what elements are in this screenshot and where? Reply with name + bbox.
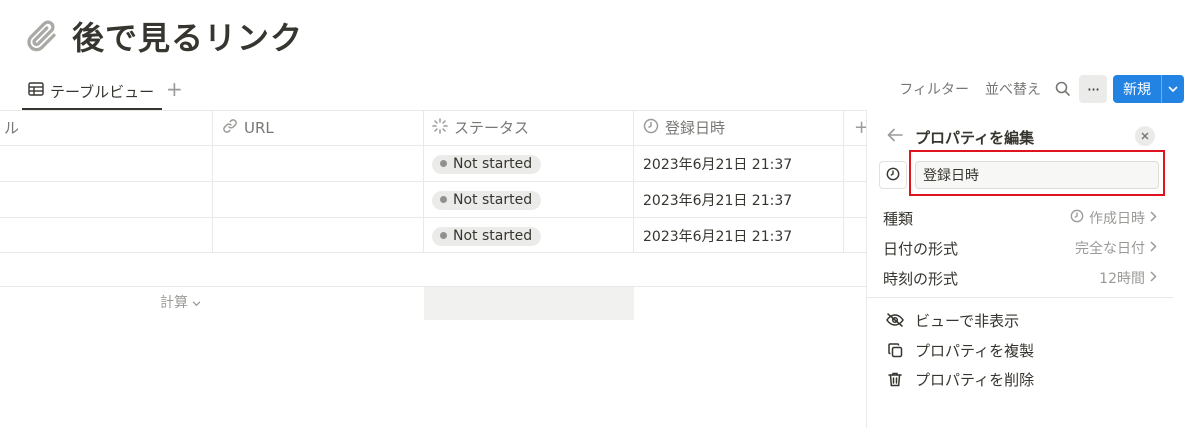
tab-label: テーブルビュー [50, 82, 155, 101]
prop-value: 12時間 [1099, 268, 1157, 288]
edit-property-panel: プロパティを編集 種類 作成日時 日付の形式 完全な日付 [866, 110, 1200, 428]
status-dot [440, 232, 447, 239]
panel-header: プロパティを編集 [887, 126, 1034, 148]
header-bottom-border [0, 145, 866, 146]
status-badge[interactable]: Not started [432, 190, 542, 210]
date-cell[interactable]: 2023年6月21日 21:37 [643, 223, 792, 249]
status-icon [432, 117, 448, 138]
prop-value-text: 12時間 [1099, 271, 1145, 287]
table-row[interactable]: Not started [432, 151, 542, 177]
clock-icon [1070, 209, 1084, 227]
filter-button[interactable]: フィルター [891, 79, 977, 99]
column-divider [633, 110, 634, 252]
calculate-button[interactable]: 計算 [160, 292, 201, 312]
page-title[interactable]: 後で見るリンク [72, 13, 303, 59]
row-border [0, 217, 866, 218]
status-dot [440, 196, 447, 203]
calc-cell-hover[interactable] [424, 287, 634, 320]
column-label: ル [4, 119, 20, 137]
panel-divider [867, 297, 1173, 298]
sort-button[interactable]: 並べ替え [977, 79, 1049, 99]
prop-value: 作成日時 [1070, 208, 1157, 228]
prop-row-date-format[interactable]: 日付の形式 完全な日付 [883, 234, 1157, 262]
status-badge[interactable]: Not started [432, 154, 542, 174]
column-divider [423, 110, 424, 252]
action-label: ビューで非表示 [915, 311, 1020, 330]
highlight-box [909, 150, 1165, 196]
status-text: Not started [453, 155, 533, 172]
paperclip-icon[interactable] [22, 16, 62, 56]
column-label: 登録日時 [665, 119, 726, 137]
delete-property-button[interactable]: プロパティを削除 [885, 365, 1034, 393]
tab-table-view[interactable]: テーブルビュー [22, 74, 163, 110]
column-header-name[interactable]: ル [4, 110, 19, 145]
prop-label: 時刻の形式 [883, 269, 959, 288]
trash-icon [885, 369, 905, 389]
prop-value-text: 完全な日付 [1075, 241, 1145, 257]
hide-in-view-button[interactable]: ビューで非表示 [885, 306, 1019, 334]
date-cell[interactable]: 2023年6月21日 21:37 [643, 187, 792, 213]
status-badge[interactable]: Not started [432, 226, 542, 246]
clock-icon [643, 118, 659, 138]
column-divider [212, 110, 213, 252]
new-button[interactable]: 新規 [1113, 75, 1184, 103]
column-label: ステータス [454, 119, 530, 137]
status-dot [440, 160, 447, 167]
date-cell[interactable]: 2023年6月21日 21:37 [643, 151, 792, 177]
close-icon[interactable] [1135, 126, 1155, 146]
add-view-button[interactable]: + [166, 77, 186, 101]
column-header-status[interactable]: ステータス [432, 110, 529, 145]
back-arrow-icon[interactable] [887, 128, 903, 146]
toolbar: フィルター 並べ替え ··· 新規 [891, 74, 1184, 104]
chevron-right-icon [1150, 210, 1157, 226]
column-header-registered[interactable]: 登録日時 [643, 110, 725, 145]
column-header-url[interactable]: URL [222, 110, 274, 145]
calc-label: 計算 [160, 295, 188, 311]
table-row[interactable]: Not started [432, 187, 542, 213]
new-button-label: 新規 [1123, 82, 1151, 98]
prop-row-time-format[interactable]: 時刻の形式 12時間 [883, 264, 1157, 292]
clock-icon [886, 166, 900, 185]
column-divider [843, 110, 844, 252]
page-header: 後で見るリンク [22, 12, 303, 60]
chevron-right-icon [1150, 270, 1157, 286]
link-icon [222, 118, 238, 138]
more-button[interactable]: ··· [1079, 75, 1107, 103]
prop-label: 日付の形式 [883, 239, 959, 258]
prop-row-type[interactable]: 種類 作成日時 [883, 204, 1157, 232]
eye-off-icon [885, 310, 905, 330]
action-label: プロパティを削除 [915, 370, 1035, 389]
duplicate-icon [885, 340, 905, 360]
panel-title: プロパティを編集 [915, 128, 1035, 147]
status-text: Not started [453, 191, 533, 208]
property-icon-picker[interactable] [879, 161, 907, 189]
table-row[interactable]: Not started [432, 223, 542, 249]
row-border [0, 181, 866, 182]
view-bar: テーブルビュー + フィルター 並べ替え ··· 新規 [0, 74, 1200, 110]
status-text: Not started [453, 227, 533, 244]
table-icon [28, 82, 44, 100]
row-border [0, 252, 866, 253]
action-label: プロパティを複製 [915, 341, 1035, 360]
chevron-right-icon [1150, 240, 1157, 256]
search-icon[interactable] [1049, 75, 1077, 103]
chevron-down-icon[interactable] [1162, 85, 1184, 93]
prop-value-text: 作成日時 [1089, 211, 1145, 227]
prop-label: 種類 [883, 209, 914, 228]
duplicate-property-button[interactable]: プロパティを複製 [885, 336, 1034, 364]
prop-value: 完全な日付 [1075, 238, 1157, 258]
chevron-down-icon [192, 295, 201, 311]
column-label: URL [244, 118, 274, 137]
